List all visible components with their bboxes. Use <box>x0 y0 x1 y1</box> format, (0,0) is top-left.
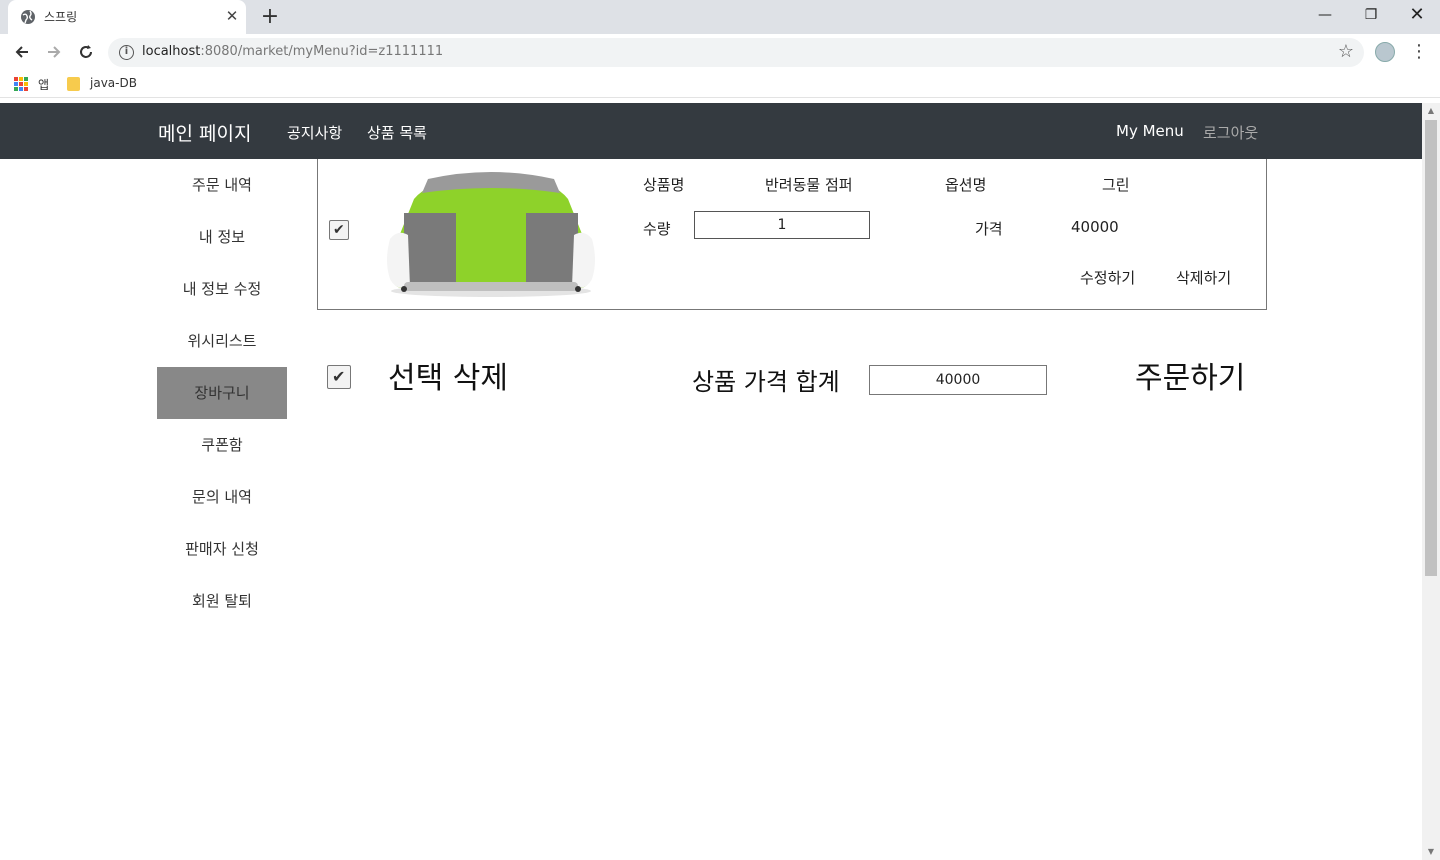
delete-item-button[interactable]: 삭제하기 <box>1176 267 1231 288</box>
brand-link[interactable]: 메인 페이지 <box>158 119 251 146</box>
sidebar-item-seller-apply[interactable]: 판매자 신청 <box>157 523 287 575</box>
price-label: 가격 <box>975 220 1003 238</box>
browser-toolbar: i localhost:8080/market/myMenu?id=z11111… <box>0 34 1440 70</box>
option-value: 그린 <box>1102 176 1130 194</box>
bookmark-java-db[interactable]: java-DB <box>90 76 137 90</box>
scroll-thumb[interactable] <box>1425 120 1437 576</box>
nav-link-logout[interactable]: 로그아웃 <box>1203 122 1258 143</box>
nav-link-my-menu[interactable]: My Menu <box>1116 122 1184 140</box>
sidebar-item-edit-info[interactable]: 내 정보 수정 <box>157 263 287 315</box>
globe-icon <box>21 10 35 24</box>
edit-item-button[interactable]: 수정하기 <box>1080 267 1135 288</box>
option-label: 옵션명 <box>945 176 987 194</box>
sidebar-item-withdraw[interactable]: 회원 탈퇴 <box>157 575 287 627</box>
forward-arrow-icon[interactable] <box>40 38 68 66</box>
product-name-label: 상품명 <box>643 176 685 194</box>
new-tab-icon[interactable]: + <box>256 4 284 30</box>
window-close-icon[interactable]: ✕ <box>1394 0 1440 32</box>
price-value: 40000 <box>1071 218 1119 236</box>
url-path: :8080/market/myMenu?id=z1111111 <box>200 44 444 59</box>
bookmark-star-icon[interactable]: ☆ <box>1338 41 1354 62</box>
info-icon[interactable]: i <box>119 45 134 60</box>
restore-icon[interactable]: ❐ <box>1348 0 1394 32</box>
sidebar-item-my-info[interactable]: 내 정보 <box>157 211 287 263</box>
page-scrollbar[interactable]: ▲ ▼ <box>1422 103 1440 860</box>
browser-tab-strip: 스프링 ✕ + — ❐ ✕ <box>0 0 1440 34</box>
total-price-label: 상품 가격 합계 <box>692 368 840 396</box>
top-navbar: 메인 페이지 공지사항 상품 목록 My Menu 로그아웃 <box>0 103 1422 159</box>
total-price-field[interactable]: 40000 <box>869 365 1047 395</box>
sidebar-item-inquiries[interactable]: 문의 내역 <box>157 471 287 523</box>
cart-item: 상품명 반려동물 점퍼 옵션명 그린 수량 1 가격 40000 수정하기 삭제… <box>317 159 1267 310</box>
page-content: 메인 페이지 공지사항 상품 목록 My Menu 로그아웃 주문 내역 내 정… <box>0 103 1422 860</box>
nav-link-products[interactable]: 상품 목록 <box>367 122 427 143</box>
address-bar[interactable]: i localhost:8080/market/myMenu?id=z11111… <box>108 38 1364 67</box>
product-name-value: 반려동물 점퍼 <box>765 176 853 194</box>
product-image[interactable] <box>384 169 598 299</box>
quantity-label: 수량 <box>643 220 671 238</box>
browser-tab[interactable]: 스프링 ✕ <box>8 0 246 34</box>
folder-icon <box>67 77 80 91</box>
select-all-checkbox[interactable] <box>327 365 351 389</box>
reload-icon[interactable] <box>72 38 100 66</box>
tab-title: 스프링 <box>44 10 78 24</box>
bookmark-apps[interactable]: 앱 <box>38 76 49 93</box>
cart-item-checkbox[interactable] <box>329 220 349 240</box>
scroll-up-icon[interactable]: ▲ <box>1422 103 1440 119</box>
browser-menu-icon[interactable]: ⋮ <box>1410 40 1428 64</box>
scroll-down-icon[interactable]: ▼ <box>1422 844 1440 860</box>
minimize-icon[interactable]: — <box>1302 0 1348 32</box>
nav-link-notice[interactable]: 공지사항 <box>287 122 342 143</box>
order-button[interactable]: 주문하기 <box>1135 353 1245 397</box>
my-menu-sidebar: 주문 내역 내 정보 내 정보 수정 위시리스트 장바구니 쿠폰함 문의 내역 … <box>157 159 287 627</box>
quantity-input[interactable]: 1 <box>694 211 870 239</box>
apps-grid-icon[interactable] <box>14 77 28 91</box>
sidebar-item-wishlist[interactable]: 위시리스트 <box>157 315 287 367</box>
url-text[interactable]: localhost:8080/market/myMenu?id=z1111111 <box>142 44 443 59</box>
sidebar-item-coupons[interactable]: 쿠폰함 <box>157 419 287 471</box>
close-tab-icon[interactable]: ✕ <box>222 6 242 26</box>
select-delete-button[interactable]: 선택 삭제 <box>388 353 508 397</box>
url-host: localhost <box>142 44 201 59</box>
back-arrow-icon[interactable] <box>8 38 36 66</box>
sidebar-item-orders[interactable]: 주문 내역 <box>157 159 287 211</box>
bookmarks-bar: 앱 java-DB <box>0 70 1440 98</box>
sidebar-item-cart[interactable]: 장바구니 <box>157 367 287 419</box>
profile-avatar[interactable] <box>1375 42 1395 62</box>
